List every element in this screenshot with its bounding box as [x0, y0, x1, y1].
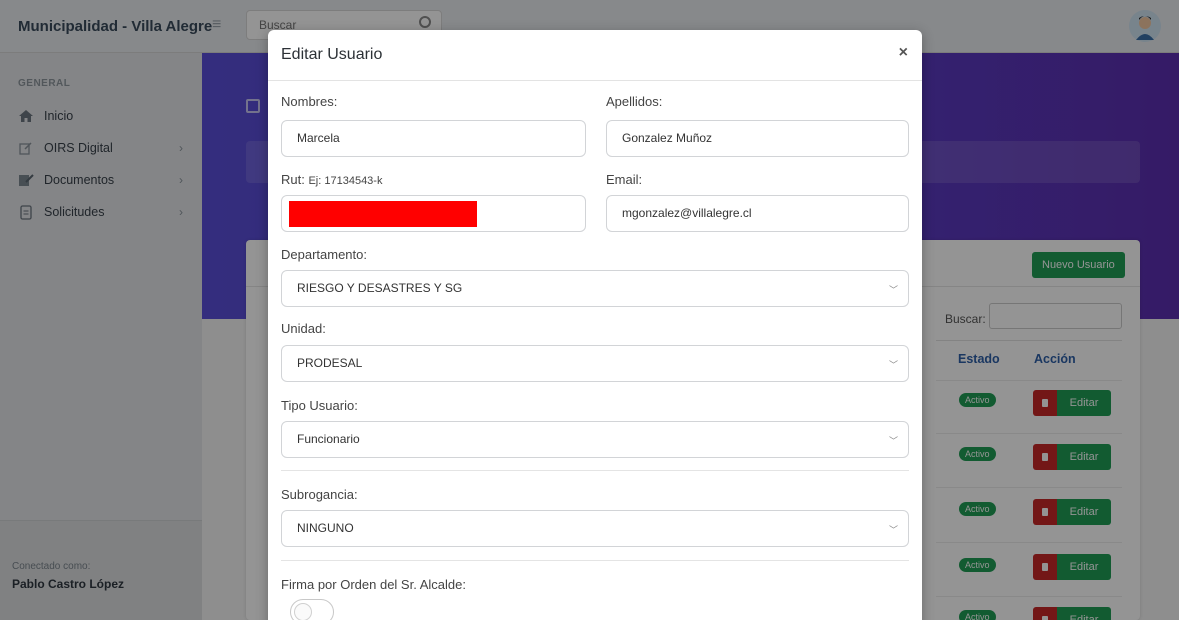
firma-toggle[interactable]	[290, 599, 334, 620]
email-label: Email:	[606, 172, 643, 187]
unidad-label: Unidad:	[281, 321, 326, 336]
toggle-knob	[294, 603, 312, 620]
nombres-label: Nombres:	[281, 94, 338, 109]
email-input[interactable]	[622, 196, 878, 231]
close-icon[interactable]: ×	[899, 44, 908, 62]
chevron-down-icon: ﹀	[888, 285, 898, 295]
subrogancia-label: Subrogancia:	[281, 487, 358, 502]
edit-user-modal: Editar Usuario × Nombres: Apellidos: Rut…	[268, 30, 922, 620]
modal-header-divider	[268, 80, 922, 81]
nombres-field[interactable]	[281, 120, 586, 157]
departamento-value: RIESGO Y DESASTRES Y SG	[297, 281, 463, 295]
redacted-value	[289, 201, 477, 227]
nombres-input[interactable]	[297, 121, 555, 156]
rut-field[interactable]	[281, 195, 586, 232]
unidad-select[interactable]: PRODESAL ﹀	[281, 345, 909, 382]
unidad-value: PRODESAL	[297, 356, 363, 370]
apellidos-field[interactable]	[606, 120, 909, 157]
subrogancia-value: NINGUNO	[297, 521, 354, 535]
apellidos-label: Apellidos:	[606, 94, 663, 109]
section-divider	[281, 470, 909, 471]
section-divider	[281, 560, 909, 561]
chevron-down-icon: ﹀	[888, 436, 898, 446]
departamento-label: Departamento:	[281, 247, 367, 262]
departamento-select[interactable]: RIESGO Y DESASTRES Y SG ﹀	[281, 270, 909, 307]
tipo-usuario-label: Tipo Usuario:	[281, 398, 358, 413]
firma-label: Firma por Orden del Sr. Alcalde:	[281, 577, 466, 592]
modal-title: Editar Usuario	[281, 46, 383, 63]
subrogancia-select[interactable]: NINGUNO ﹀	[281, 510, 909, 547]
rut-hint: Ej: 17134543-k	[308, 175, 383, 187]
chevron-down-icon: ﹀	[888, 360, 898, 370]
email-field[interactable]	[606, 195, 909, 232]
rut-label: Rut: Ej: 17134543-k	[281, 172, 382, 187]
tipo-usuario-select[interactable]: Funcionario ﹀	[281, 421, 909, 458]
tipo-usuario-value: Funcionario	[297, 432, 360, 446]
chevron-down-icon: ﹀	[888, 525, 898, 535]
rut-label-text: Rut:	[281, 172, 305, 187]
apellidos-input[interactable]	[622, 121, 878, 156]
